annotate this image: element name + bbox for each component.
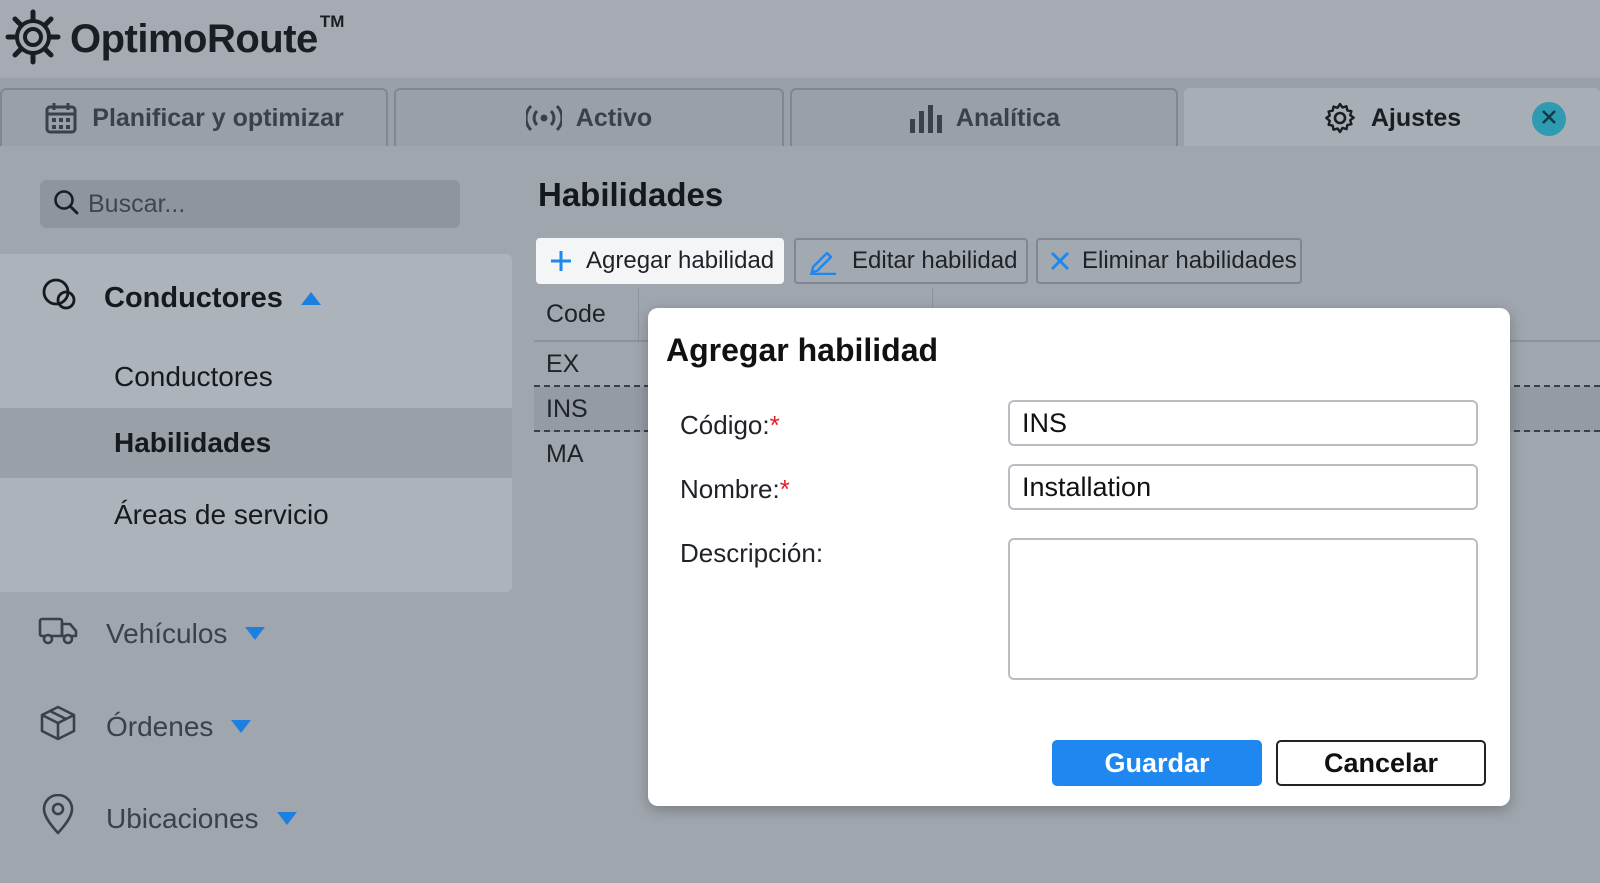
caret-up-icon	[300, 291, 321, 305]
page-title: Habilidades	[538, 176, 724, 213]
sidebar-item-habilidades[interactable]: Habilidades	[0, 408, 512, 478]
section-label: Vehículos	[106, 617, 228, 649]
tab-activo[interactable]: Activo	[394, 88, 784, 146]
tab-analitica[interactable]: Analítica	[790, 88, 1178, 146]
add-skill-button[interactable]: Agregar habilidad	[536, 238, 784, 284]
drivers-section-panel: Conductores Conductores Habilidades Área…	[0, 254, 512, 592]
required-marker: *	[769, 410, 780, 440]
location-pin-icon	[38, 793, 78, 843]
required-marker: *	[779, 474, 790, 504]
code-field-label: Código:*	[680, 410, 780, 441]
x-icon	[1050, 251, 1070, 271]
sidebar-item-conductores[interactable]: Conductores	[0, 342, 512, 412]
cancel-button[interactable]: Cancelar	[1276, 740, 1486, 786]
table-cell-code: MA	[546, 440, 584, 468]
trademark-mark: TM	[319, 11, 345, 31]
save-button[interactable]: Guardar	[1052, 740, 1262, 786]
tab-label: Analítica	[955, 103, 1061, 132]
name-input[interactable]	[1008, 464, 1478, 510]
tab-planificar[interactable]: Planificar y optimizar	[0, 88, 388, 146]
main-tab-bar: Planificar y optimizar Activo Analítica …	[0, 78, 1600, 146]
button-label: Editar habilidad	[852, 247, 1018, 274]
table-cell-code: INS	[546, 395, 588, 423]
settings-sidebar: Conductores Conductores Habilidades Área…	[0, 146, 512, 883]
column-header-code[interactable]: Code	[546, 300, 606, 329]
gear-icon	[1323, 101, 1357, 135]
column-divider	[638, 288, 639, 342]
caret-down-icon	[231, 720, 252, 733]
sidebar-item-label: Conductores	[114, 361, 273, 392]
calendar-icon	[44, 101, 78, 135]
broadcast-icon	[525, 103, 562, 133]
app-logo[interactable]: OptimoRoute TM	[4, 8, 344, 71]
sidebar-item-areas-de-servicio[interactable]: Áreas de servicio	[0, 480, 512, 550]
name-field-label: Nombre:*	[680, 474, 790, 505]
optimoroute-gear-logo-icon	[4, 8, 62, 71]
code-input[interactable]	[1008, 400, 1478, 446]
section-label: Conductores	[104, 281, 283, 314]
button-label: Agregar habilidad	[586, 247, 775, 274]
close-icon	[1540, 108, 1558, 131]
sidebar-section-vehiculos[interactable]: Vehículos	[38, 614, 266, 653]
app-header: OptimoRoute TM	[0, 0, 1600, 78]
dialog-title: Agregar habilidad	[666, 332, 939, 368]
sidebar-section-ordenes[interactable]: Órdenes	[38, 704, 252, 749]
tab-label: Activo	[575, 103, 653, 132]
section-label: Ubicaciones	[106, 802, 259, 834]
search-icon	[52, 188, 80, 221]
code-label-text: Código:	[680, 410, 770, 440]
bar-chart-icon	[908, 103, 942, 133]
package-icon	[38, 704, 78, 749]
close-settings-button[interactable]	[1532, 102, 1566, 136]
search-input[interactable]	[88, 189, 428, 219]
app-name: OptimoRoute	[70, 17, 318, 61]
sidebar-section-conductores[interactable]: Conductores	[40, 276, 321, 320]
sidebar-search	[40, 180, 460, 228]
drivers-icon	[40, 276, 80, 320]
section-label: Órdenes	[106, 710, 214, 742]
description-field-label: Descripción:	[680, 538, 824, 568]
plus-icon	[550, 250, 572, 272]
tab-label: Ajustes	[1370, 103, 1462, 132]
sidebar-item-label: Habilidades	[114, 427, 272, 458]
table-cell-code: EX	[546, 350, 580, 378]
pencil-icon	[808, 247, 838, 275]
button-label: Eliminar habilidades	[1082, 247, 1297, 274]
add-skill-dialog: Agregar habilidad Código:* Nombre:* Desc…	[648, 308, 1510, 806]
description-textarea[interactable]	[1008, 538, 1478, 680]
truck-icon	[38, 614, 78, 653]
edit-skill-button[interactable]: Editar habilidad	[794, 238, 1028, 284]
sidebar-item-label: Áreas de servicio	[114, 499, 329, 530]
delete-skills-button[interactable]: Eliminar habilidades	[1036, 238, 1302, 284]
name-label-text: Nombre:	[680, 474, 780, 504]
caret-down-icon	[276, 812, 297, 825]
sidebar-section-ubicaciones[interactable]: Ubicaciones	[38, 793, 297, 843]
caret-down-icon	[245, 627, 266, 640]
tab-label: Planificar y optimizar	[92, 103, 344, 132]
